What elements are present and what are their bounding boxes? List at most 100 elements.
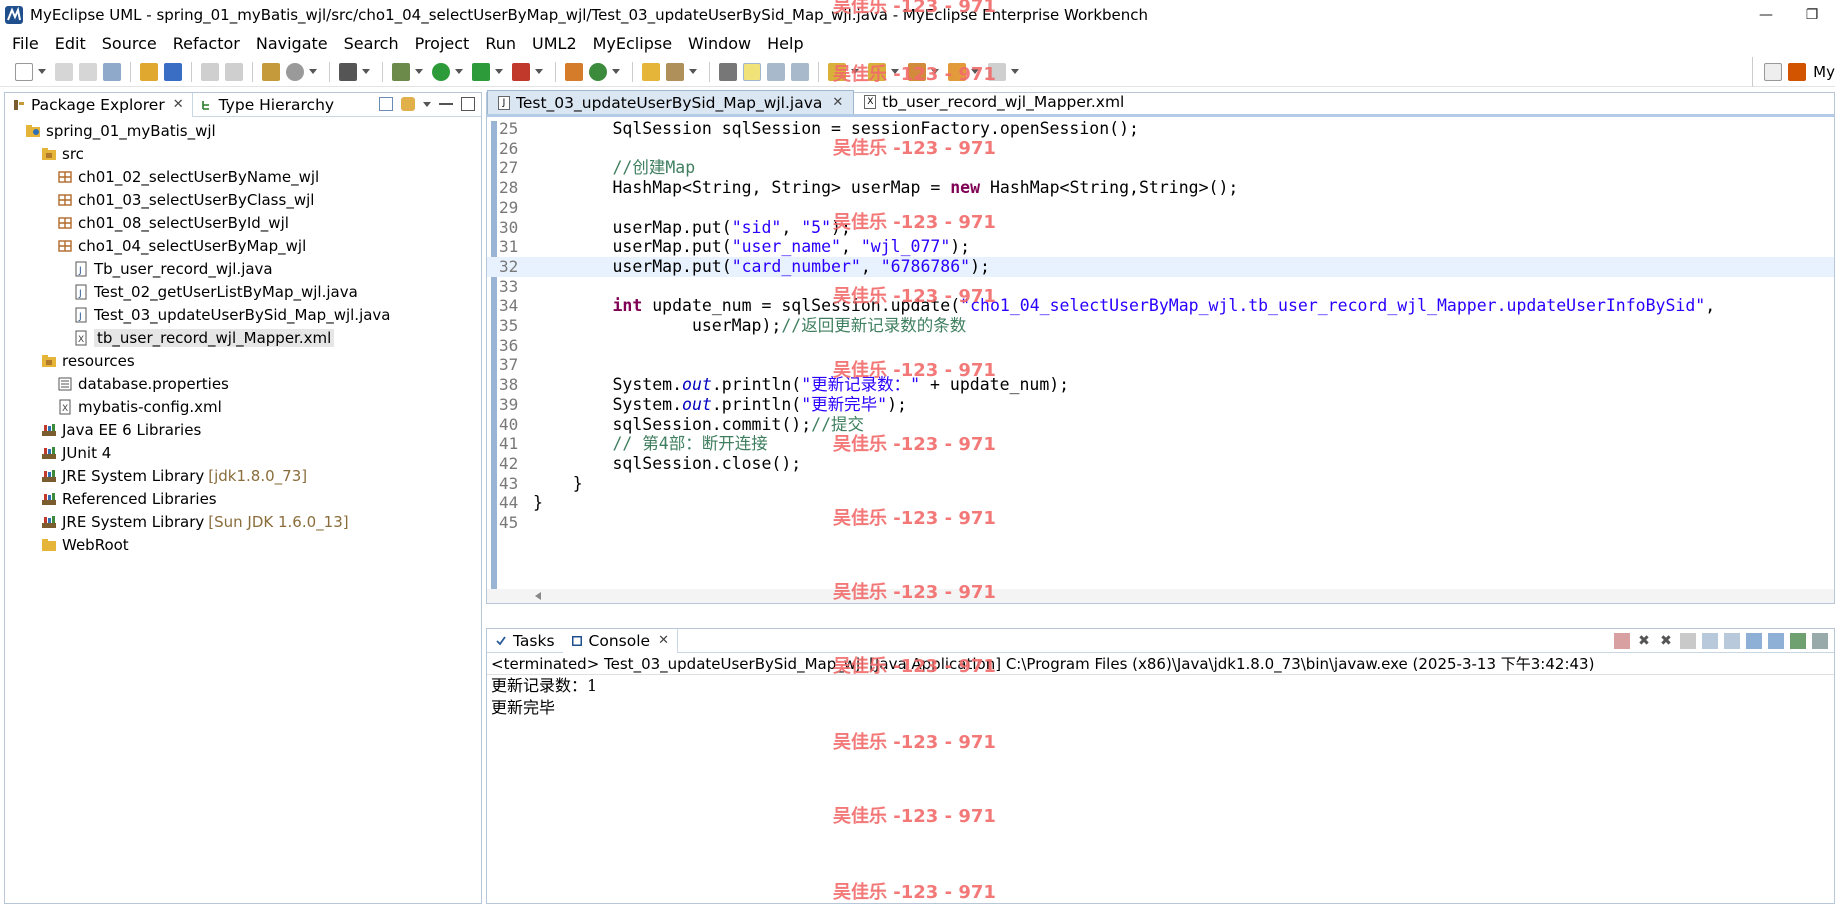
refresh-icon[interactable] xyxy=(589,62,607,81)
word-wrap-icon[interactable] xyxy=(1724,633,1740,649)
tree-item[interactable]: Java EE 6 Libraries xyxy=(5,418,481,441)
tree-item[interactable]: database.properties xyxy=(5,372,481,395)
menu-window[interactable]: Window xyxy=(680,34,759,53)
code-line[interactable]: 41 // 第4部：断开连接 xyxy=(487,434,1834,454)
code-line[interactable]: 43 } xyxy=(487,474,1834,494)
code-line[interactable]: 36 xyxy=(487,336,1834,356)
view-menu-icon[interactable] xyxy=(423,102,431,107)
camera-icon[interactable] xyxy=(339,62,357,81)
show-whitespace-icon[interactable] xyxy=(791,62,809,81)
print-icon[interactable] xyxy=(103,62,121,81)
refresh-dropdown-arrow[interactable] xyxy=(612,69,620,74)
minimize-button[interactable]: — xyxy=(1743,0,1789,30)
tree-item[interactable]: cho1_04_selectUserByMap_wjl xyxy=(5,234,481,257)
menu-myeclipse[interactable]: MyEclipse xyxy=(585,34,680,53)
close-icon[interactable]: ✕ xyxy=(173,97,184,112)
tab-package-explorer[interactable]: Package Explorer ✕ xyxy=(5,92,193,117)
tree-item[interactable]: ch01_03_selectUserByClass_wjl xyxy=(5,188,481,211)
show-on-output-icon[interactable] xyxy=(1746,633,1762,649)
restore-button[interactable]: ❐ xyxy=(1789,0,1835,30)
menu-help[interactable]: Help xyxy=(759,34,811,53)
perspective-label[interactable]: My xyxy=(1813,63,1835,81)
debug-icon[interactable] xyxy=(392,62,410,81)
forward-dropdown-arrow[interactable] xyxy=(1011,69,1019,74)
terminate-icon[interactable] xyxy=(1614,633,1630,649)
tree-item[interactable]: spring_01_myBatis_wjl xyxy=(5,119,481,142)
code-line[interactable]: 35 userMap);//返回更新记录数的条数 xyxy=(487,316,1834,336)
code-line[interactable]: 29 xyxy=(487,198,1834,218)
console-output[interactable]: 更新记录数：1 更新完毕 xyxy=(487,675,1834,719)
back-icon[interactable] xyxy=(948,62,966,81)
open-perspective-icon[interactable] xyxy=(1764,63,1783,81)
perspective-switcher[interactable]: My xyxy=(1752,57,1835,87)
tree-item[interactable]: Referenced Libraries xyxy=(5,487,481,510)
tree-item[interactable]: J Tb_user_record_wjl.java xyxy=(5,257,481,280)
run-external-dropdown-arrow[interactable] xyxy=(495,69,503,74)
last-edit-dropdown-arrow[interactable] xyxy=(931,69,939,74)
code-area[interactable]: 25 SqlSession sqlSession = sessionFactor… xyxy=(487,121,1834,591)
pen-dropdown-arrow[interactable] xyxy=(689,69,697,74)
next-annotation-icon[interactable] xyxy=(828,62,846,81)
collapse-all-icon[interactable] xyxy=(379,97,393,111)
menu-file[interactable]: File xyxy=(4,34,47,53)
last-edit-icon[interactable] xyxy=(908,62,926,81)
pin-console-icon[interactable] xyxy=(1768,633,1784,649)
tree-item[interactable]: resources xyxy=(5,349,481,372)
camera-dropdown-arrow[interactable] xyxy=(362,69,370,74)
menu-search[interactable]: Search xyxy=(336,34,407,53)
scroll-lock-icon[interactable] xyxy=(1702,633,1718,649)
open-type-icon[interactable] xyxy=(262,62,280,81)
code-line[interactable]: 25 SqlSession sqlSession = sessionFactor… xyxy=(487,121,1834,139)
menu-source[interactable]: Source xyxy=(94,34,165,53)
save-all-icon[interactable] xyxy=(79,62,97,81)
tab-type-hierarchy[interactable]: Type Hierarchy xyxy=(193,93,342,117)
code-line[interactable]: 45 xyxy=(487,513,1834,533)
new-dropdown-arrow[interactable] xyxy=(38,69,46,74)
menu-edit[interactable]: Edit xyxy=(47,34,94,53)
coverage-icon[interactable] xyxy=(512,62,530,81)
code-line[interactable]: 27 //创建Map xyxy=(487,158,1834,178)
annotation-icon[interactable] xyxy=(719,62,737,81)
menu-uml2[interactable]: UML2 xyxy=(524,34,585,53)
code-line[interactable]: 39 System.out.println("更新完毕"); xyxy=(487,395,1834,415)
run-external-icon[interactable] xyxy=(472,62,490,81)
tree-item[interactable]: JRE System Library [Sun JDK 1.6.0_13] xyxy=(5,510,481,533)
close-icon[interactable]: ✕ xyxy=(832,95,843,110)
tree-item[interactable]: WebRoot xyxy=(5,533,481,556)
link-with-editor-icon[interactable] xyxy=(401,97,415,111)
block-select-icon[interactable] xyxy=(767,62,785,81)
new-icon[interactable] xyxy=(15,62,33,81)
tree-item[interactable]: J Test_03_updateUserBySid_Map_wjl.java xyxy=(5,303,481,326)
menu-run[interactable]: Run xyxy=(477,34,524,53)
tab-console[interactable]: Console ✕ xyxy=(562,628,678,653)
close-icon[interactable]: ✕ xyxy=(658,633,669,648)
highlight-icon[interactable] xyxy=(743,62,761,81)
code-line[interactable]: 40 sqlSession.commit();//提交 xyxy=(487,415,1834,435)
editor-tab[interactable]: J Test_03_updateUserBySid_Map_wjl.java ✕ xyxy=(487,90,855,114)
code-line[interactable]: 33 xyxy=(487,277,1834,297)
run-dropdown-arrow[interactable] xyxy=(455,69,463,74)
back-dropdown-arrow[interactable] xyxy=(971,69,979,74)
myeclipse-perspective-icon[interactable] xyxy=(1788,63,1807,81)
code-line[interactable]: 31 userMap.put("user_name", "wjl_077"); xyxy=(487,237,1834,257)
pen-icon[interactable] xyxy=(666,62,684,81)
open-console-icon[interactable] xyxy=(1790,633,1806,649)
code-line[interactable]: 44} xyxy=(487,493,1834,513)
next-annotation-dropdown-arrow[interactable] xyxy=(851,69,859,74)
code-line[interactable]: 37 xyxy=(487,355,1834,375)
tree-item[interactable]: src xyxy=(5,142,481,165)
search-icon[interactable] xyxy=(286,62,304,81)
display-console-icon[interactable] xyxy=(1812,633,1828,649)
code-line[interactable]: 32 userMap.put("card_number", "6786786")… xyxy=(487,256,1834,277)
code-line[interactable]: 42 sqlSession.close(); xyxy=(487,454,1834,474)
deploy-icon[interactable] xyxy=(140,62,158,81)
redo-icon[interactable] xyxy=(225,62,243,81)
tree-item[interactable]: JUnit 4 xyxy=(5,441,481,464)
remove-all-icon[interactable]: ✖ xyxy=(1658,633,1674,649)
server-icon[interactable] xyxy=(164,62,182,81)
tree-item[interactable]: ch01_08_selectUserById_wjl xyxy=(5,211,481,234)
prev-annotation-dropdown-arrow[interactable] xyxy=(891,69,899,74)
tree-item[interactable]: Xtb_user_record_wjl_Mapper.xml xyxy=(5,326,481,349)
prev-annotation-icon[interactable] xyxy=(868,62,886,81)
code-line[interactable]: 28 HashMap<String, String> userMap = new… xyxy=(487,178,1834,198)
